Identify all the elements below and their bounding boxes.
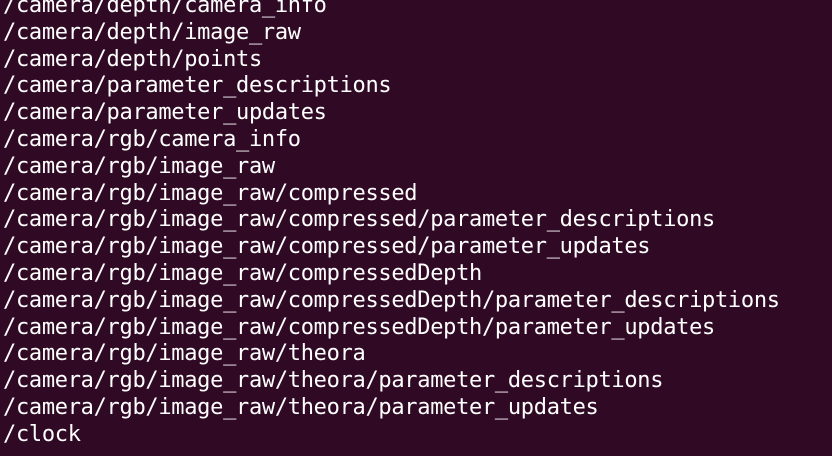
topic-list: /camera/depth/camera_info /camera/depth/… — [3, 0, 780, 449]
terminal-window[interactable]: /camera/depth/camera_info /camera/depth/… — [0, 0, 832, 456]
terminal-line: /camera/rgb/image_raw/theora/parameter_u… — [3, 394, 599, 420]
terminal-line: /clock — [3, 421, 81, 447]
terminal-line: /camera/rgb/image_raw/theora/parameter_d… — [3, 368, 664, 394]
terminal-line: /camera/rgb/image_raw/compressed/paramet… — [3, 234, 651, 260]
terminal-line: /camera/rgb/image_raw/theora — [3, 341, 366, 367]
terminal-line: /camera/depth/points — [3, 46, 262, 72]
terminal-line: /camera/parameter_descriptions — [3, 73, 392, 99]
terminal-line: /camera/rgb/camera_info — [3, 126, 301, 152]
terminal-line: /camera/parameter_updates — [3, 100, 327, 126]
terminal-line: /camera/rgb/image_raw/compressed/paramet… — [3, 207, 715, 233]
terminal-line: /camera/depth/image_raw — [3, 19, 301, 45]
terminal-line: /camera/depth/camera_info — [3, 0, 327, 18]
terminal-line: /camera/rgb/image_raw — [3, 153, 275, 179]
terminal-line: /camera/rgb/image_raw/compressedDepth/pa… — [3, 287, 780, 313]
terminal-line: /camera/rgb/image_raw/compressedDepth/pa… — [3, 314, 715, 340]
terminal-line: /camera/rgb/image_raw/compressed — [3, 180, 418, 206]
terminal-line: /camera/rgb/image_raw/compressedDepth — [3, 260, 482, 286]
